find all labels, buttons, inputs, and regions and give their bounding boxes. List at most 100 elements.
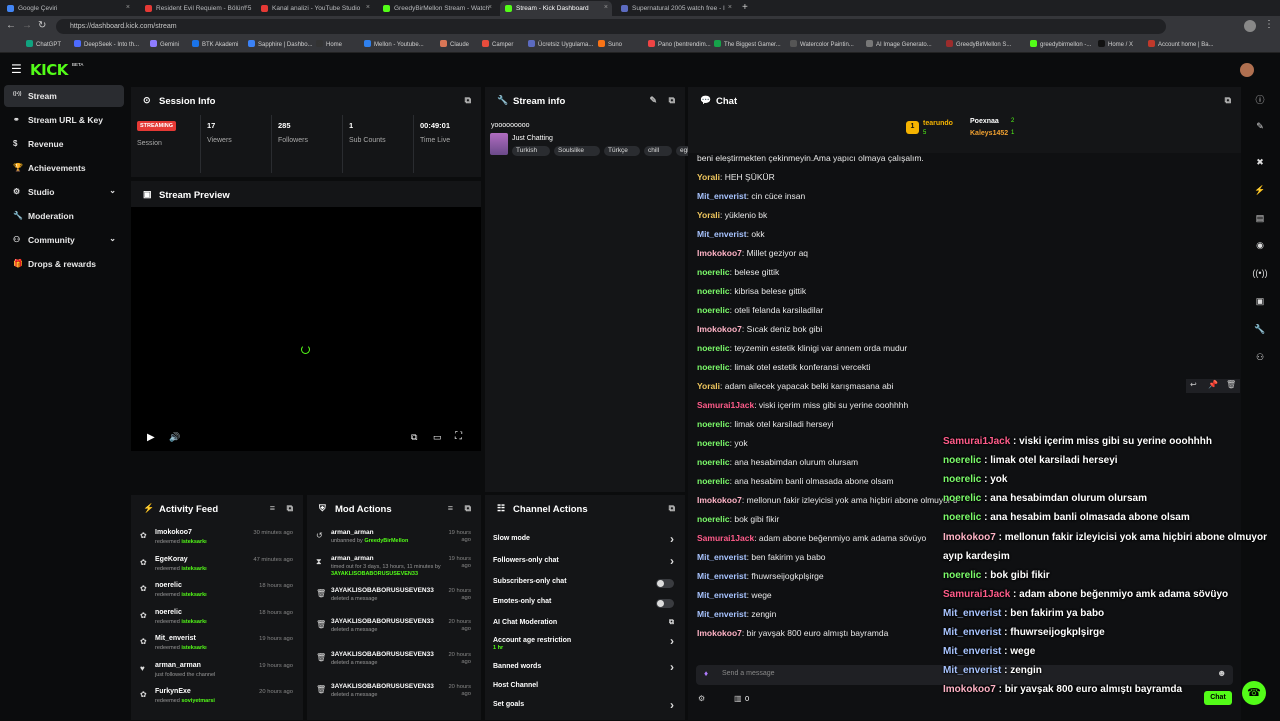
chat-message[interactable]: Imokokoo7: Sıcak deniz bok gibi <box>697 324 822 334</box>
chat-icon[interactable]: ◉ <box>1252 240 1268 256</box>
bookmark-item[interactable]: Pano (bentrendim... <box>648 40 711 48</box>
filter-icon[interactable]: ≡ <box>448 503 453 513</box>
chat-username[interactable]: noerelic <box>697 362 730 372</box>
sidebar-item[interactable]: 🔧 Moderation <box>4 205 124 227</box>
close-tab-icon[interactable]: × <box>126 4 130 11</box>
external-link-icon[interactable]: ⧉ <box>669 619 674 627</box>
close-tab-icon[interactable]: × <box>488 4 492 11</box>
sidebar-item[interactable]: $ Revenue <box>4 133 124 155</box>
channel-action-item[interactable]: Followers-only chat › <box>493 554 678 577</box>
chat-username[interactable]: noerelic <box>697 286 730 296</box>
chat-username[interactable]: Imokokoo7 <box>697 628 742 638</box>
activity-user[interactable]: noerelic <box>155 609 182 616</box>
chat-message[interactable]: Mit_enverist: cin cüce insan <box>697 191 805 201</box>
theater-icon[interactable]: ▭ <box>433 432 442 443</box>
chat-message[interactable]: Imokokoo7: mellonun fakir izleyicisi yok… <box>697 495 957 505</box>
bookmark-item[interactable]: BTK Akademi <box>192 40 238 48</box>
mod-action-user[interactable]: arman_arman <box>331 529 374 536</box>
bookmark-item[interactable]: AI Image Generato... <box>866 40 932 48</box>
bookmark-item[interactable]: DeepSeek - Into th... <box>74 40 139 48</box>
mod-action-user[interactable]: 3AYAKLISOBABORUSUSEVEN33 <box>331 587 434 594</box>
mod-action-item[interactable]: 🗑 3AYAKLISOBABORUSUSEVEN33 deleted a messa… <box>307 649 481 679</box>
mod-action-item[interactable]: 🗑 3AYAKLISOBABORUSUSEVEN33 deleted a messa… <box>307 681 481 711</box>
bookmark-item[interactable]: ChatGPT <box>26 40 61 48</box>
category-name[interactable]: Just Chatting <box>512 135 553 142</box>
channel-action-item[interactable]: Account age restriction 1 hr › <box>493 634 678 657</box>
close-tab-icon[interactable]: × <box>244 4 248 11</box>
top-chatter-name[interactable]: tearundo <box>923 120 953 127</box>
profile-avatar[interactable] <box>1244 20 1256 32</box>
bookmark-item[interactable]: Camper <box>482 40 513 48</box>
activity-item[interactable]: ✿ EgeKoray redeemed isteksarkı 47 minutes a… <box>131 554 303 580</box>
chevron-down-icon[interactable]: ⌄ <box>109 186 116 195</box>
activity-item[interactable]: ✿ noerelic redeemed isteksarkı 18 hours ago <box>131 580 303 606</box>
broadcast-icon[interactable]: ((•)) <box>1252 268 1268 284</box>
close-tab-icon[interactable]: × <box>366 4 370 11</box>
popout-icon[interactable]: ⧉ <box>287 503 293 514</box>
chat-username[interactable]: Samurai1Jack <box>697 400 754 410</box>
chat-username[interactable]: noerelic <box>697 419 730 429</box>
info-icon[interactable]: ⓘ <box>1252 93 1268 109</box>
chat-message[interactable]: Imokokoo7: bir yavşak 800 euro almıştı b… <box>697 628 888 638</box>
sidebar-item[interactable]: ⚭ Stream URL & Key <box>4 109 124 131</box>
user-avatar[interactable] <box>1240 63 1254 77</box>
close-tab-icon[interactable]: × <box>604 4 608 11</box>
pip-icon[interactable]: ⧉ <box>411 432 417 443</box>
activity-item[interactable]: ✿ noerelic redeemed isteksarkı 18 hours ago <box>131 607 303 633</box>
shrink-icon[interactable]: ✖ <box>1252 157 1268 173</box>
activity-user[interactable]: Mit_enverist <box>155 635 196 642</box>
chevron-right-icon[interactable]: › <box>670 554 674 568</box>
activity-item[interactable]: ✿ Imokokoo7 redeemed isteksarkı 30 minutes … <box>131 527 303 553</box>
browser-tab[interactable]: Stream - Kick Dashboard × <box>500 1 612 16</box>
bookmark-item[interactable]: Sapphire | Dashbo... <box>248 40 313 48</box>
channel-action-item[interactable]: Set goals › <box>493 698 678 721</box>
mod-action-user[interactable]: 3AYAKLISOBABORUSUSEVEN33 <box>331 683 434 690</box>
emote-icon[interactable]: ♦ <box>704 669 708 678</box>
browser-tab[interactable]: Resident Evil Requiem - Bölüm 5 × <box>140 1 252 16</box>
chat-message[interactable]: noerelic: limak otel estetik konferansi … <box>697 362 870 372</box>
filter-icon[interactable]: ≡ <box>270 503 275 513</box>
stream-tag[interactable]: chill <box>644 146 672 156</box>
channel-action-item[interactable]: Emotes-only chat <box>493 598 678 618</box>
reload-icon[interactable]: ↻ <box>38 20 46 31</box>
sidebar-item[interactable]: 🎁 Drops & rewards <box>4 253 124 275</box>
menu-icon[interactable]: ⋮ <box>1264 19 1274 30</box>
mod-action-by[interactable]: 3AYAKLISOBABORUSUSEVEN33 <box>331 571 418 577</box>
chat-username[interactable]: Yorali <box>697 172 720 182</box>
fullscreen-icon[interactable]: ⛶ <box>455 431 462 442</box>
chat-message[interactable]: Yorali: yüklenio bk <box>697 210 767 220</box>
chat-message[interactable]: Mit_enverist: okk <box>697 229 765 239</box>
chat-message[interactable]: Samurai1Jack: adam abone beğenmiyo amk a… <box>697 533 926 543</box>
mod-action-item[interactable]: ⧗ arman_arman timed out for 3 days, 13 hou… <box>307 553 481 583</box>
support-chat-button[interactable]: ☎ <box>1242 681 1266 705</box>
bookmark-item[interactable]: The Biggest Gamer... <box>714 40 781 48</box>
channel-action-item[interactable]: Banned words › <box>493 660 678 683</box>
chat-username[interactable]: noerelic <box>697 343 730 353</box>
activity-user[interactable]: Imokokoo7 <box>155 529 192 536</box>
stream-tag[interactable]: Soulslike <box>554 146 600 156</box>
new-tab-icon[interactable]: + <box>742 2 748 13</box>
chat-message[interactable]: Mit_enverist: fhuwrseijogkplşirge <box>697 571 824 581</box>
mod-action-item[interactable]: 🗑 3AYAKLISOBABORUSUSEVEN33 deleted a messa… <box>307 616 481 646</box>
mod-action-user[interactable]: 3AYAKLISOBABORUSUSEVEN33 <box>331 651 434 658</box>
chat-message[interactable]: beni eleştirmekten çekinmeyin.Ama yapıcı… <box>697 153 924 163</box>
chat-message[interactable]: Mit_enverist: ben fakirim ya babo <box>697 552 826 562</box>
chevron-right-icon[interactable]: › <box>670 634 674 648</box>
chat-username[interactable]: noerelic <box>697 476 730 486</box>
chat-message[interactable]: Mit_enverist: zengin <box>697 609 776 619</box>
popout-icon[interactable]: ⧉ <box>465 503 471 514</box>
top-chatter-name[interactable]: Kaleys1452 <box>970 130 1008 137</box>
edit-layout-icon[interactable]: ✎ <box>1252 121 1268 137</box>
users-icon[interactable]: ⚇ <box>1252 352 1268 368</box>
forward-icon[interactable]: → <box>22 20 32 31</box>
activity-item[interactable]: ♥ arman_arman just followed the channel 19 … <box>131 660 303 686</box>
chat-username[interactable]: noerelic <box>697 305 730 315</box>
chat-username[interactable]: Imokokoo7 <box>697 248 742 258</box>
toggle-switch[interactable] <box>656 579 674 588</box>
stream-tag[interactable]: Türkçe <box>604 146 640 156</box>
top-chatter-name[interactable]: Poexnaa <box>970 118 999 125</box>
chat-username[interactable]: Mit_enverist <box>697 552 747 562</box>
activity-user[interactable]: EgeKoray <box>155 556 188 563</box>
chat-username[interactable]: Yorali <box>697 381 720 391</box>
bookmark-item[interactable]: Claude <box>440 40 469 48</box>
